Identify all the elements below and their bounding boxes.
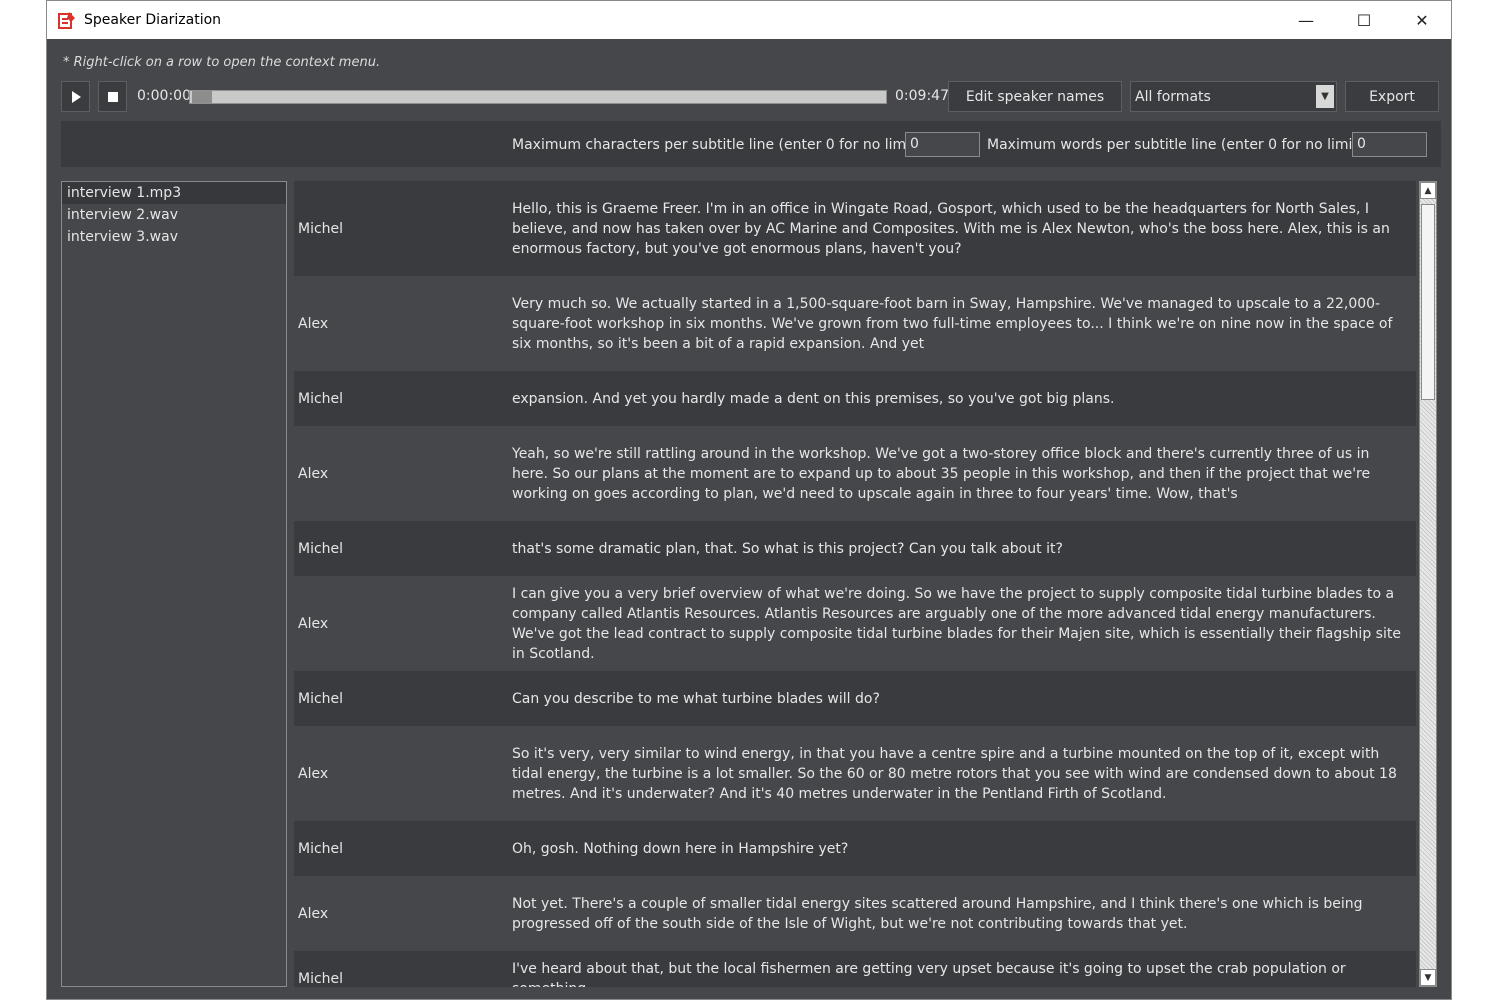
seek-handle[interactable] — [192, 91, 212, 103]
transcript-table: Michel Hello, this is Graeme Freer. I'm … — [294, 181, 1416, 987]
speaker-name: Alex — [298, 315, 329, 332]
export-button[interactable]: Export — [1345, 81, 1439, 112]
maximize-button[interactable]: ☐ — [1335, 1, 1393, 39]
transcript-row[interactable]: Michel expansion. And yet you hardly mad… — [294, 371, 1416, 426]
speaker-name: Alex — [298, 465, 329, 482]
minimize-button[interactable]: — — [1277, 1, 1335, 39]
speaker-name: Michel — [298, 840, 344, 857]
seek-bar[interactable] — [189, 90, 887, 104]
transcript-row[interactable]: Alex So it's very, very similar to wind … — [294, 726, 1416, 821]
transcript-row[interactable]: Michel Oh, gosh. Nothing down here in Ha… — [294, 821, 1416, 876]
stop-icon — [107, 91, 118, 102]
speaker-name: Michel — [298, 220, 344, 237]
window-title: Speaker Diarization — [84, 12, 222, 28]
transcript-row[interactable]: Michel I've heard about that, but the lo… — [294, 951, 1416, 987]
edit-speaker-names-button[interactable]: Edit speaker names — [948, 81, 1122, 112]
player-toolbar: 0:00:00 0:09:47 Edit speaker names All f… — [61, 81, 1441, 113]
file-item[interactable]: interview 3.wav — [62, 226, 286, 248]
transcript-row[interactable]: Alex Yeah, so we're still rattling aroun… — [294, 426, 1416, 521]
speaker-name: Michel — [298, 390, 344, 407]
transcript-row[interactable]: Michel Hello, this is Graeme Freer. I'm … — [294, 181, 1416, 276]
utterance-text: I can give you a very brief overview of … — [512, 585, 1401, 662]
max-chars-input[interactable]: 0 — [905, 132, 980, 157]
max-words-input[interactable]: 0 — [1352, 132, 1427, 157]
utterance-text: Very much so. We actually started in a 1… — [512, 295, 1393, 352]
speaker-name: Michel — [298, 970, 344, 987]
scroll-down-icon[interactable]: ▼ — [1420, 969, 1436, 986]
transcript-row[interactable]: Michel Can you describe to me what turbi… — [294, 671, 1416, 726]
speaker-name: Alex — [298, 615, 329, 632]
transcript-row[interactable]: Michel that's some dramatic plan, that. … — [294, 521, 1416, 576]
file-list[interactable]: interview 1.mp3 interview 2.wav intervie… — [61, 181, 287, 987]
max-chars-label: Maximum characters per subtitle line (en… — [512, 137, 926, 153]
utterance-text: that's some dramatic plan, that. So what… — [512, 540, 1063, 557]
current-time: 0:00:00 — [137, 88, 191, 104]
speaker-name: Michel — [298, 540, 344, 557]
utterance-text: Can you describe to me what turbine blad… — [512, 690, 880, 707]
play-icon — [71, 90, 81, 103]
utterance-text: So it's very, very similar to wind energ… — [512, 745, 1397, 802]
context-menu-hint: * Right-click on a row to open the conte… — [63, 55, 381, 70]
file-item[interactable]: interview 1.mp3 — [62, 182, 286, 204]
utterance-text: I've heard about that, but the local fis… — [512, 960, 1346, 988]
speaker-name: Alex — [298, 905, 329, 922]
play-button[interactable] — [61, 81, 90, 112]
utterance-text: Not yet. There's a couple of smaller tid… — [512, 895, 1363, 932]
transcript-row[interactable]: Alex I can give you a very brief overvie… — [294, 576, 1416, 671]
close-button[interactable]: ✕ — [1393, 1, 1451, 39]
transcript-row[interactable]: Alex Not yet. There's a couple of smalle… — [294, 876, 1416, 951]
utterance-text: expansion. And yet you hardly made a den… — [512, 390, 1115, 407]
total-time: 0:09:47 — [895, 88, 949, 104]
chevron-down-icon[interactable]: ▼ — [1316, 85, 1334, 108]
subtitle-limits-panel: Maximum characters per subtitle line (en… — [61, 121, 1441, 167]
app-icon — [58, 12, 75, 29]
speaker-name: Alex — [298, 765, 329, 782]
format-select[interactable]: All formats ▼ — [1130, 81, 1337, 112]
utterance-text: Hello, this is Graeme Freer. I'm in an o… — [512, 200, 1390, 257]
transcript-row[interactable]: Alex Very much so. We actually started i… — [294, 276, 1416, 371]
speaker-name: Michel — [298, 690, 344, 707]
utterance-text: Yeah, so we're still rattling around in … — [512, 445, 1371, 502]
app-window: Speaker Diarization — ☐ ✕ * Right-click … — [46, 0, 1452, 1000]
scroll-up-icon[interactable]: ▲ — [1420, 182, 1436, 199]
file-item[interactable]: interview 2.wav — [62, 204, 286, 226]
transcript-scrollbar[interactable]: ▲ ▼ — [1419, 181, 1437, 987]
format-select-value: All formats — [1135, 88, 1211, 105]
window-controls: — ☐ ✕ — [1277, 1, 1451, 39]
max-words-label: Maximum words per subtitle line (enter 0… — [987, 137, 1369, 153]
title-bar: Speaker Diarization — ☐ ✕ — [47, 1, 1451, 39]
utterance-text: Oh, gosh. Nothing down here in Hampshire… — [512, 840, 849, 857]
stop-button[interactable] — [98, 81, 127, 112]
scrollbar-thumb[interactable] — [1421, 204, 1435, 400]
